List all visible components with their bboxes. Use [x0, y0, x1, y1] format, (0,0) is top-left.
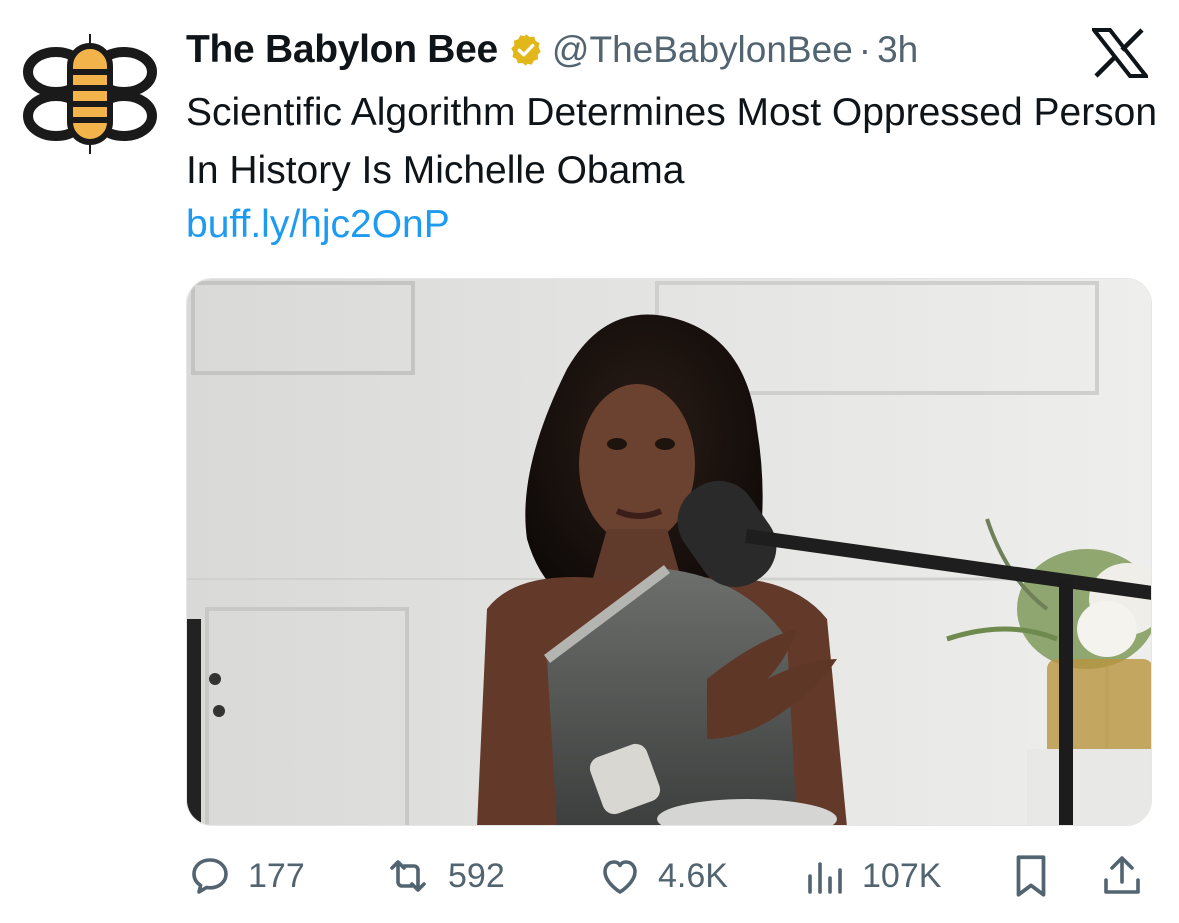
reply-button[interactable]: 177	[186, 846, 305, 906]
views-count: 107K	[862, 856, 942, 895]
bookmark-button[interactable]	[1008, 846, 1054, 906]
views-icon	[808, 862, 842, 894]
repost-count: 592	[448, 856, 505, 895]
like-button[interactable]: 4.6K	[596, 846, 728, 906]
babylon-bee-logo-avatar[interactable]	[22, 30, 162, 160]
views-button[interactable]: 107K	[800, 846, 941, 906]
reply-icon	[192, 858, 228, 894]
tweet-header: The Babylon Bee @TheBabylonBee · 3h	[186, 24, 918, 76]
tweet-link[interactable]: buff.ly/hjc2OnP	[186, 198, 450, 252]
timestamp[interactable]: 3h	[877, 29, 918, 71]
heart-icon	[603, 860, 637, 894]
separator-dot: ·	[858, 29, 872, 70]
tweet-text: Scientific Algorithm Determines Most Opp…	[186, 91, 1158, 192]
like-count: 4.6K	[658, 856, 728, 895]
x-logo-icon	[1089, 28, 1151, 78]
bookmark-icon	[1016, 855, 1046, 897]
bee-logo-icon	[23, 34, 157, 154]
photo-illustration	[187, 279, 1151, 825]
reply-count: 177	[248, 856, 305, 895]
gold-verified-icon[interactable]	[508, 32, 544, 68]
share-button[interactable]	[1098, 846, 1146, 906]
repost-icon	[390, 860, 426, 892]
share-icon	[1104, 856, 1140, 894]
tweet-actions: 177 592 4.6K 107K	[186, 846, 1152, 906]
repost-button[interactable]: 592	[382, 846, 505, 906]
display-name[interactable]: The Babylon Bee	[186, 28, 498, 72]
tweet-media-image[interactable]	[186, 278, 1152, 826]
handle[interactable]: @TheBabylonBee	[552, 29, 853, 71]
tweet-card[interactable]: The Babylon Bee @TheBabylonBee · 3h Scie…	[0, 0, 1179, 923]
